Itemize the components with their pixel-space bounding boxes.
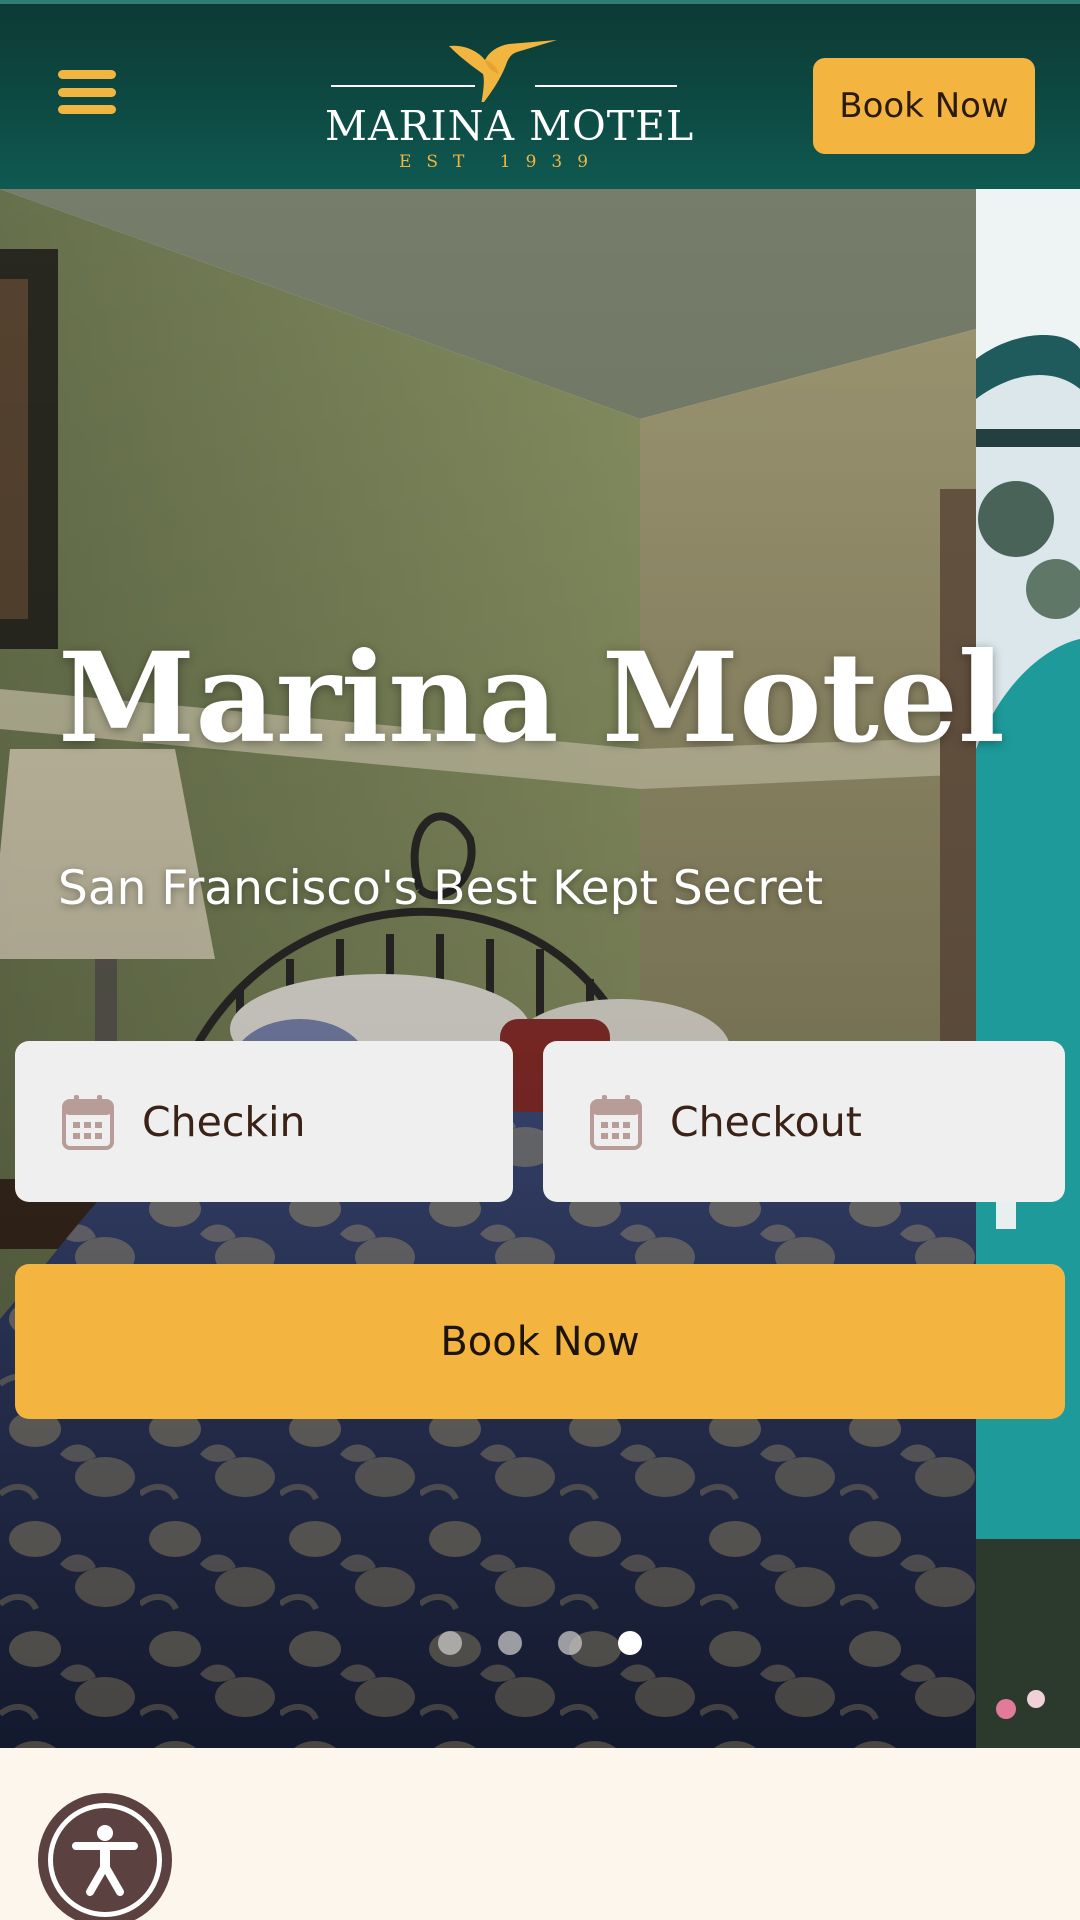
- logo-title: MARINA MOTEL: [325, 102, 695, 150]
- carousel-dot[interactable]: [438, 1631, 462, 1655]
- hummingbird-icon: [331, 40, 677, 102]
- site-header: MARINA MOTEL EST 1939 Book Now: [0, 0, 1080, 189]
- checkin-label: Checkin: [142, 1097, 306, 1146]
- accessibility-button[interactable]: [38, 1793, 172, 1920]
- checkin-date-field[interactable]: Checkin: [15, 1041, 513, 1202]
- calendar-icon: [590, 1094, 642, 1150]
- accessibility-ring: [48, 1803, 162, 1917]
- carousel-dot[interactable]: [618, 1631, 642, 1655]
- accessibility-icon: [72, 1825, 138, 1896]
- menu-button[interactable]: [58, 70, 116, 114]
- carousel-dot[interactable]: [498, 1631, 522, 1655]
- hamburger-icon-bar: [58, 70, 116, 79]
- checkout-label: Checkout: [670, 1097, 862, 1146]
- site-logo[interactable]: MARINA MOTEL EST 1939: [325, 32, 695, 172]
- carousel-pagination: [438, 1631, 642, 1655]
- calendar-icon: [62, 1094, 114, 1150]
- checkout-date-field[interactable]: Checkout: [543, 1041, 1065, 1202]
- header-book-now-button[interactable]: Book Now: [813, 58, 1035, 154]
- hero-carousel: Marina Motel San Francisco's Best Kept S…: [0, 189, 1080, 1748]
- hamburger-icon-bar: [58, 87, 116, 97]
- carousel-dot[interactable]: [558, 1631, 582, 1655]
- hamburger-icon-bar: [58, 105, 116, 114]
- book-now-button[interactable]: Book Now: [15, 1264, 1065, 1419]
- hero-overlay: [0, 189, 976, 1748]
- hero-subtitle: San Francisco's Best Kept Secret: [58, 861, 824, 916]
- hero-title: Marina Motel: [58, 626, 1005, 771]
- hero-next-slide-image: [976, 189, 1080, 1748]
- logo-established-year: EST 1939: [398, 152, 604, 172]
